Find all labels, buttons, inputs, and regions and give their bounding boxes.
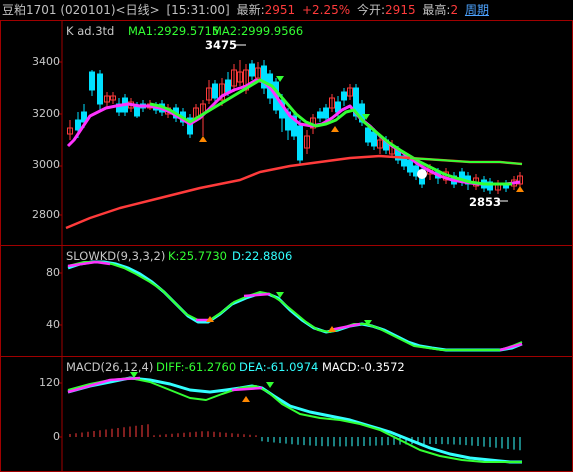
macd-diff-value: DIFF:-61.2760	[156, 360, 237, 374]
candle-body	[75, 119, 81, 131]
macd-hist-value: MACD:-0.3572	[322, 360, 405, 374]
buy-signal-icon	[516, 186, 524, 192]
sell-signal-icon	[276, 76, 284, 82]
kline-ytick: 3000	[32, 158, 60, 171]
high-annotation: 3475	[205, 38, 238, 52]
candle-body	[365, 127, 371, 143]
smiley-marker	[417, 169, 427, 179]
candle-body	[341, 91, 347, 101]
ma1-value: MA1:2929.5715	[128, 24, 220, 38]
candle-body	[89, 71, 95, 91]
ma-red-line	[65, 154, 523, 230]
kd-highlight-line	[243, 292, 271, 298]
macd-title: MACD(26,12,4)	[66, 360, 154, 374]
macd-dea-value: DEA:-61.0974	[239, 360, 319, 374]
macd-highlight-line	[67, 376, 141, 394]
candle-body	[323, 107, 329, 119]
price-chart-canvas[interactable]	[0, 0, 573, 472]
kd-title: SLOWKD(9,3,3,2)	[66, 249, 166, 263]
macd-dea-line	[67, 376, 522, 464]
ma2-line	[409, 157, 523, 165]
candle-body	[134, 105, 140, 117]
kd-ytick: 40	[46, 318, 60, 331]
kline-ytick: 2800	[32, 208, 60, 221]
sell-signal-icon	[266, 382, 274, 388]
buy-signal-icon	[242, 396, 250, 402]
candle-body	[225, 79, 231, 93]
low-annotation: 2853	[469, 195, 502, 209]
kd-k-line	[67, 261, 523, 351]
kd-k-value: K:25.7730	[168, 249, 227, 263]
macd-ytick: 120	[39, 376, 60, 389]
kline-title: K ad.3td	[66, 24, 115, 38]
candle-body	[317, 111, 323, 119]
kline-ytick: 3200	[32, 107, 60, 120]
candle-body	[212, 83, 218, 99]
candle-body	[407, 159, 413, 173]
macd-diff-line	[67, 377, 522, 463]
ma2-value: MA2:2999.9566	[212, 24, 304, 38]
kd-ytick: 80	[46, 266, 60, 279]
candle-body	[249, 63, 255, 77]
macd-ytick: 0	[53, 430, 60, 443]
buy-signal-icon	[331, 126, 339, 132]
buy-signal-icon	[199, 136, 207, 142]
candle-body	[97, 73, 103, 105]
candle-body	[371, 131, 377, 147]
kline-ytick: 3400	[32, 55, 60, 68]
kd-d-value: D:22.8806	[232, 249, 293, 263]
candle-body	[297, 125, 303, 161]
